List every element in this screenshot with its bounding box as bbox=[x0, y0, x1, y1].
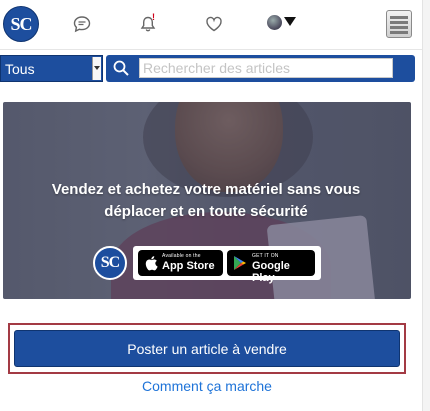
site-logo[interactable]: SC bbox=[3, 6, 39, 42]
banner-title: Vendez et achetez votre matériel sans vo… bbox=[51, 181, 361, 220]
caret-down-icon[interactable] bbox=[284, 17, 296, 26]
chat-icon[interactable] bbox=[72, 14, 92, 34]
app-store-small-text: Available on the bbox=[162, 253, 201, 259]
notification-badge: ! bbox=[152, 12, 155, 22]
search-input[interactable] bbox=[139, 58, 393, 78]
top-navbar: SC ! bbox=[0, 0, 422, 50]
google-play-label: Google Play bbox=[252, 260, 290, 284]
user-menu[interactable] bbox=[267, 14, 297, 32]
category-select-value: Tous bbox=[5, 61, 35, 77]
scrollbar[interactable] bbox=[422, 0, 430, 411]
how-it-works-link[interactable]: Comment ça marche bbox=[0, 378, 414, 394]
select-arrow-icon[interactable] bbox=[92, 57, 101, 80]
bell-icon[interactable]: ! bbox=[138, 12, 158, 34]
search-bar bbox=[106, 55, 415, 82]
search-icon[interactable] bbox=[112, 59, 130, 77]
category-select[interactable]: Tous bbox=[0, 55, 103, 82]
google-play-button[interactable]: GET IT ON Google Play bbox=[227, 250, 315, 284]
promo-banner: Vendez et achetez votre matériel sans vo… bbox=[3, 102, 411, 299]
google-play-icon bbox=[234, 256, 246, 270]
post-article-button[interactable]: Poster un article à vendre bbox=[14, 330, 400, 367]
menu-icon[interactable] bbox=[386, 10, 412, 38]
app-store-label: App Store bbox=[162, 260, 215, 272]
apple-icon bbox=[145, 256, 158, 271]
heart-icon[interactable] bbox=[204, 14, 224, 34]
store-badges: Available on the App Store GET IT ON Goo… bbox=[133, 246, 321, 284]
avatar[interactable] bbox=[267, 15, 282, 30]
banner-logo: SC bbox=[93, 246, 127, 280]
app-store-button[interactable]: Available on the App Store bbox=[138, 250, 223, 276]
google-play-small-text: GET IT ON bbox=[252, 253, 279, 259]
